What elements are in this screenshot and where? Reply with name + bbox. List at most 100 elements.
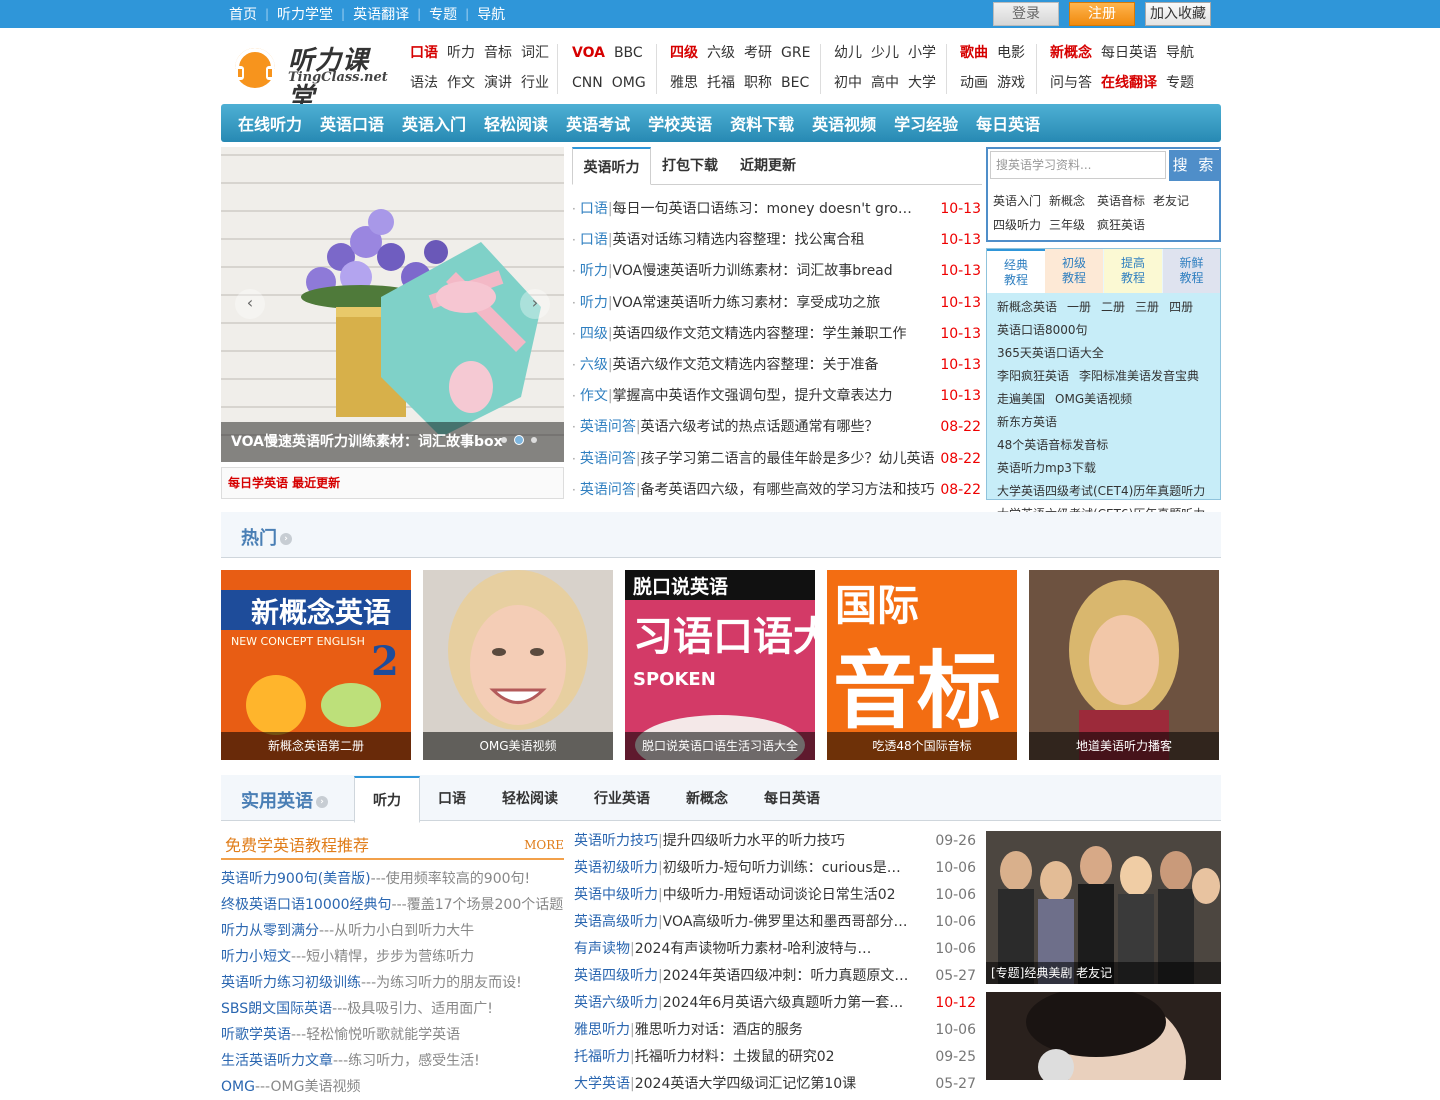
- main-nav-item[interactable]: 英语视频: [803, 111, 885, 135]
- kw-link[interactable]: 四级: [670, 45, 698, 61]
- main-nav-item[interactable]: 英语口语: [311, 111, 393, 135]
- article-category[interactable]: 英语听力技巧: [574, 833, 658, 849]
- kw-link[interactable]: BEC: [781, 75, 809, 91]
- search-keyword[interactable]: 老友记: [1153, 189, 1193, 213]
- article-item[interactable]: 雅思听力|雅思听力对话：酒店的服务 10-06: [574, 1017, 978, 1044]
- search-keyword[interactable]: 新概念: [1049, 189, 1089, 213]
- hot-item[interactable]: OMG美语视频: [423, 570, 613, 760]
- slider-dot[interactable]: [501, 437, 507, 443]
- slider-dot[interactable]: [531, 437, 537, 443]
- kw-link[interactable]: VOA: [572, 45, 605, 61]
- article-title[interactable]: 2024英语大学四级词汇记忆第10课: [635, 1071, 856, 1098]
- kw-link[interactable]: 专题: [1166, 75, 1194, 91]
- kw-link[interactable]: 演讲: [484, 75, 512, 91]
- search-button[interactable]: 搜 索: [1169, 150, 1220, 181]
- news-item[interactable]: · 六级|英语六级作文范文精选内容整理：关于准备 10-13: [572, 350, 982, 381]
- course-link[interactable]: 48个英语音标发音标: [997, 438, 1108, 452]
- tab-download[interactable]: 打包下载: [652, 147, 728, 185]
- kw-link[interactable]: 大学: [908, 75, 936, 91]
- tab-daily-english[interactable]: 每日英语: [746, 776, 838, 822]
- kw-link[interactable]: 作文: [447, 75, 475, 91]
- kw-link[interactable]: 歌曲: [960, 45, 988, 61]
- slider-dot-active[interactable]: [514, 435, 524, 445]
- article-item[interactable]: 英语高级听力|VOA高级听力-佛罗里达和墨西哥部分地区 10-06: [574, 909, 978, 936]
- kw-link[interactable]: 词汇: [521, 45, 549, 61]
- news-category[interactable]: 口语: [580, 201, 608, 217]
- course-link[interactable]: 新概念英语: [997, 300, 1057, 314]
- top-nav-navigation[interactable]: 导航: [469, 4, 513, 24]
- article-item[interactable]: 英语初级听力|初级听力-短句听力训练：curious是什么意思10-06: [574, 855, 978, 882]
- tab-listening[interactable]: 英语听力: [572, 147, 651, 185]
- hot-item[interactable]: 脱口说英语 习语口语大全 SPOKEN 脱口说英语口语生活习语大全: [625, 570, 815, 760]
- article-title[interactable]: 2024有声读物听力素材-哈利波特与魔法石: [635, 936, 881, 963]
- slider-prev-button[interactable]: ‹: [235, 289, 265, 319]
- main-nav-item[interactable]: 英语考试: [557, 111, 639, 135]
- article-category[interactable]: 托福听力: [574, 1049, 630, 1065]
- news-item[interactable]: · 听力|VOA常速英语听力练习素材：享受成功之旅 10-13: [572, 288, 982, 319]
- tab-industry[interactable]: 行业英语: [576, 776, 668, 822]
- kw-link[interactable]: 考研: [744, 45, 772, 61]
- free-tutorial-link[interactable]: 听歌学英语: [221, 1027, 291, 1043]
- news-category[interactable]: 听力: [580, 263, 608, 279]
- news-item[interactable]: · 四级|英语四级作文范文精选内容整理：学生兼职工作 10-13: [572, 319, 982, 350]
- kw-link[interactable]: 每日英语: [1101, 45, 1157, 61]
- hot-item[interactable]: 地道美语听力播客: [1029, 570, 1219, 760]
- side-feature-listening[interactable]: [986, 992, 1221, 1080]
- course-link[interactable]: 英语口语8000句: [997, 323, 1088, 337]
- article-title[interactable]: 提升四级听力水平的听力技巧: [663, 828, 845, 855]
- tab-reading[interactable]: 轻松阅读: [484, 776, 576, 822]
- search-keyword[interactable]: 英语入门: [993, 189, 1041, 213]
- main-nav-item[interactable]: 学校英语: [639, 111, 721, 135]
- kw-link[interactable]: 问与答: [1050, 75, 1092, 91]
- news-item[interactable]: · 英语问答|孩子学习第二语言的最佳年龄是多少？幼儿英语 08-22: [572, 444, 982, 475]
- article-category[interactable]: 英语六级听力: [574, 995, 658, 1011]
- kw-link[interactable]: 导航: [1166, 45, 1194, 61]
- news-title[interactable]: 孩子学习第二语言的最佳年龄是多少？幼儿英语: [641, 444, 935, 475]
- free-tutorial-link[interactable]: OMG: [221, 1079, 255, 1095]
- search-keyword[interactable]: 疯狂英语: [1097, 213, 1145, 237]
- kw-link[interactable]: 行业: [521, 75, 549, 91]
- main-nav-item[interactable]: 资料下载: [721, 111, 803, 135]
- news-item[interactable]: · 英语问答|英语六级考试的热点话题通常有哪些？ 08-22: [572, 412, 982, 443]
- kw-link[interactable]: 听力: [447, 45, 475, 61]
- news-category[interactable]: 口语: [580, 232, 608, 248]
- kw-link[interactable]: OMG: [612, 75, 646, 91]
- kw-link[interactable]: 在线翻译: [1101, 75, 1157, 91]
- main-nav-item[interactable]: 轻松阅读: [475, 111, 557, 135]
- free-tutorial-link[interactable]: 英语听力练习初级训练: [221, 975, 361, 991]
- news-title[interactable]: 备考英语四六级，有哪些高效的学习方法和技巧: [641, 475, 935, 506]
- course-link[interactable]: 走遍美国: [997, 392, 1045, 406]
- main-nav-item[interactable]: 每日英语: [967, 111, 1049, 135]
- article-category[interactable]: 有声读物: [574, 941, 630, 957]
- kw-link[interactable]: 口语: [410, 45, 438, 61]
- search-keyword[interactable]: 三年级: [1049, 213, 1089, 237]
- kw-link[interactable]: 初中: [834, 75, 862, 91]
- kw-link[interactable]: 托福: [707, 75, 735, 91]
- tab-classic-course[interactable]: 经典 教程: [987, 249, 1045, 293]
- register-button[interactable]: 注册: [1069, 2, 1135, 26]
- article-category[interactable]: 英语中级听力: [574, 887, 658, 903]
- article-item[interactable]: 英语听力技巧|提升四级听力水平的听力技巧 09-26: [574, 828, 978, 855]
- article-category[interactable]: 英语四级听力: [574, 968, 658, 984]
- kw-link[interactable]: 六级: [707, 45, 735, 61]
- news-title[interactable]: 英语六级考试的热点话题通常有哪些？: [641, 412, 879, 443]
- tab-new-concept[interactable]: 新概念: [668, 776, 746, 822]
- kw-link[interactable]: 新概念: [1050, 45, 1092, 61]
- news-title[interactable]: 英语六级作文范文精选内容整理：关于准备: [613, 350, 879, 381]
- kw-link[interactable]: CNN: [572, 75, 603, 91]
- hot-item[interactable]: 国际 音标 吃透48个国际音标: [827, 570, 1017, 760]
- course-link[interactable]: 二册: [1101, 300, 1125, 314]
- news-category[interactable]: 四级: [580, 326, 608, 342]
- course-link[interactable]: OMG美语视频: [1055, 392, 1132, 406]
- kw-link[interactable]: 语法: [410, 75, 438, 91]
- article-title[interactable]: VOA高级听力-佛罗里达和墨西哥部分地区: [663, 909, 909, 936]
- article-title[interactable]: 2024年英语四级冲刺：听力真题原文16: [663, 963, 909, 990]
- tab-advanced-course[interactable]: 提高 教程: [1104, 249, 1162, 293]
- article-category[interactable]: 英语初级听力: [574, 860, 658, 876]
- news-category[interactable]: 作文: [580, 388, 608, 404]
- article-category[interactable]: 雅思听力: [574, 1022, 630, 1038]
- hot-title[interactable]: 热门 ›: [241, 524, 292, 550]
- article-item[interactable]: 英语中级听力|中级听力-用短语动词谈论日常生活02 10-06: [574, 882, 978, 909]
- news-title[interactable]: VOA常速英语听力练习素材：享受成功之旅: [613, 288, 881, 319]
- news-item[interactable]: · 口语|英语对话练习精选内容整理：找公寓合租 10-13: [572, 225, 982, 256]
